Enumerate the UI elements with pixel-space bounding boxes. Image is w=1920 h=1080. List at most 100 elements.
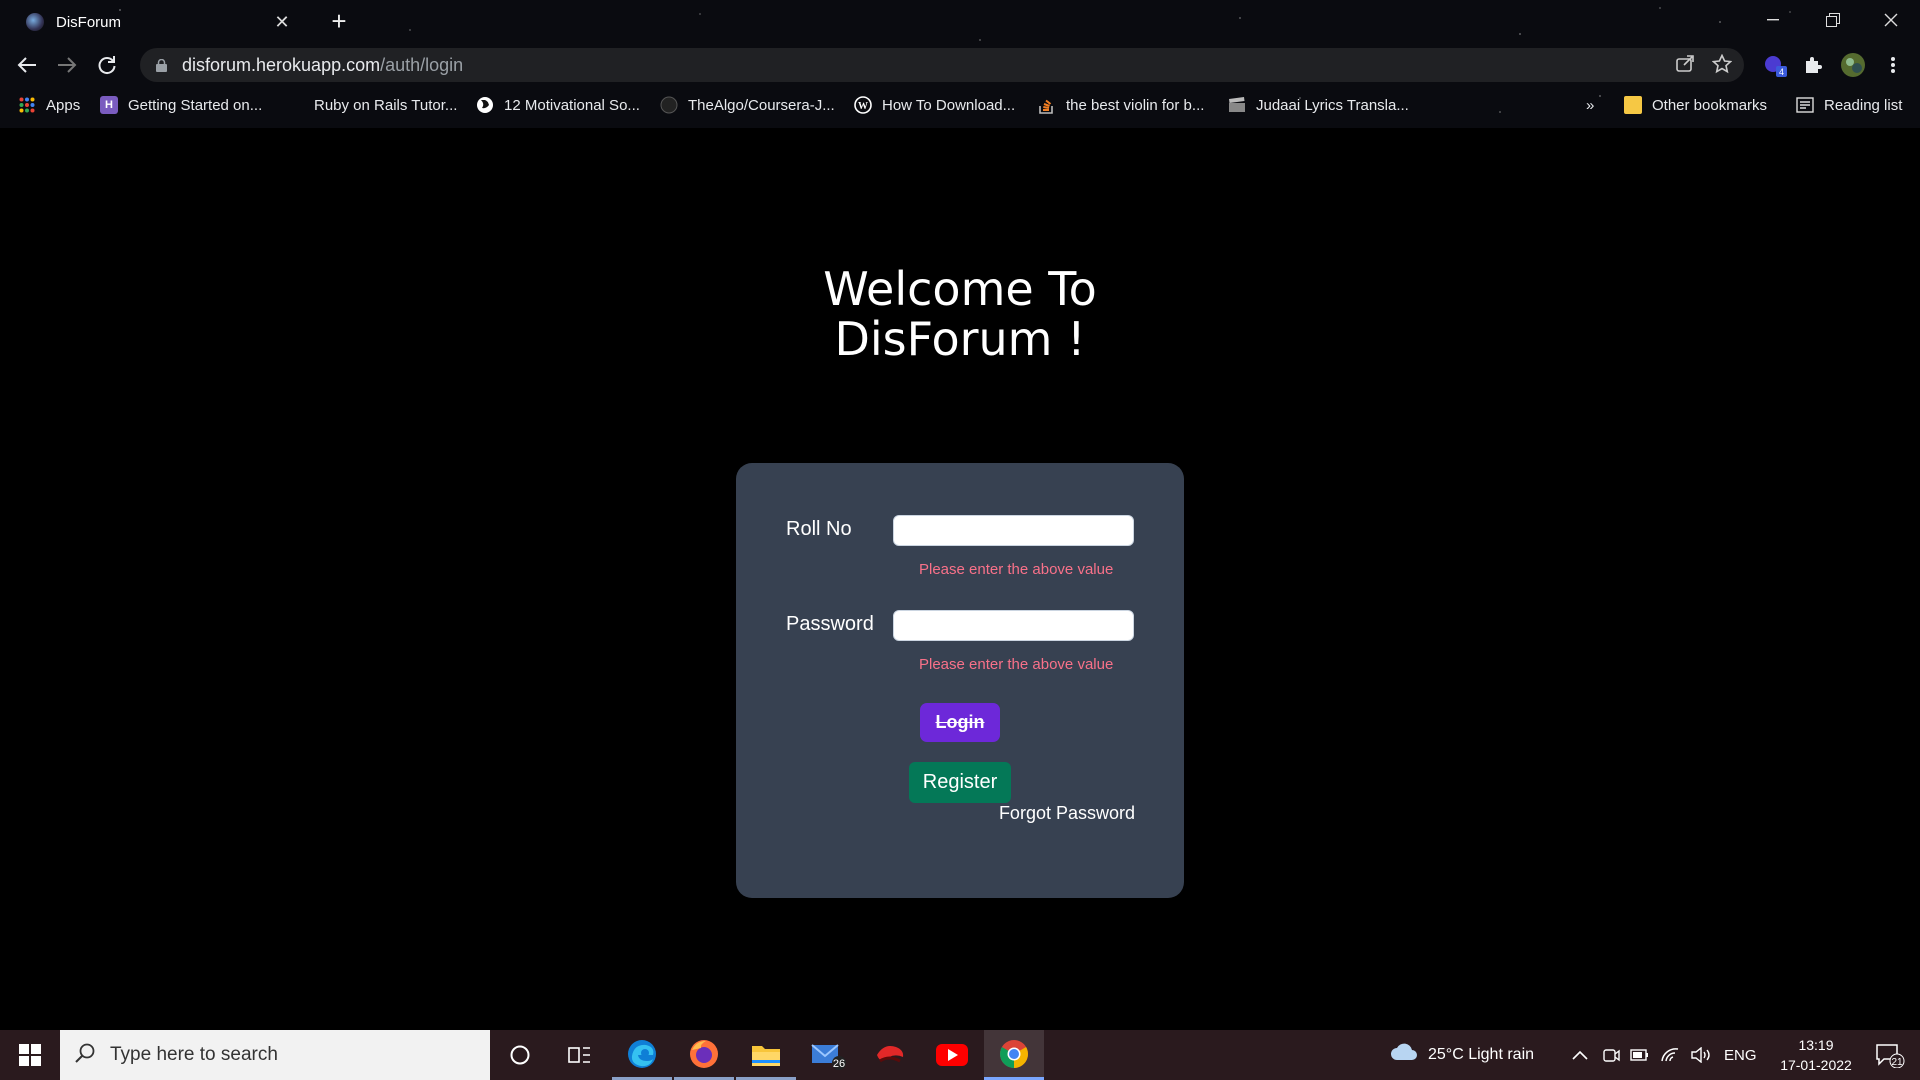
youtube-icon[interactable] [922,1030,982,1080]
language-indicator[interactable]: ENG [1724,1030,1757,1080]
reading-list-icon [1796,96,1814,114]
bookmark-label: Getting Started on... [128,96,263,114]
battery-icon[interactable] [1630,1030,1650,1080]
login-card: Roll No Please enter the above value Pas… [736,463,1184,898]
bookmark-rails-tutorial[interactable]: Ruby on Rails Tutor... [286,90,457,120]
windows-start-icon[interactable] [0,1030,60,1080]
firefox-icon[interactable] [674,1030,734,1080]
reload-icon[interactable] [90,46,124,84]
restore-icon[interactable] [1810,4,1856,36]
welcome-line-2: DisForum ! [834,312,1086,366]
bookmark-label: Apps [46,96,81,114]
game-app-icon[interactable] [860,1030,920,1080]
wifi-icon[interactable] [1660,1030,1680,1080]
url-text[interactable]: disforum.herokuapp.com/auth/login [182,55,463,76]
chrome-icon[interactable] [984,1030,1044,1080]
share-icon[interactable] [1676,54,1694,78]
cortana-icon[interactable] [490,1030,550,1080]
meet-now-icon[interactable] [1602,1030,1620,1080]
other-bookmarks-label: Other bookmarks [1652,96,1768,114]
mail-icon[interactable]: 26 [798,1030,858,1080]
password-input[interactable] [893,610,1134,641]
bookmark-getting-started[interactable]: H Getting Started on... [100,90,262,120]
bookmark-judaai[interactable]: Judaai Lyrics Transla... [1228,90,1409,120]
url-path: /auth/login [380,54,464,75]
other-bookmarks[interactable]: Other bookmarks [1624,90,1767,120]
notification-count: 21 [1891,1057,1903,1068]
roll-no-error: Please enter the above value [919,561,1114,578]
clock-time: 13:19 [1798,1037,1834,1053]
register-button[interactable]: Register [909,762,1011,803]
page-title: Welcome To DisForum ! [0,264,1920,364]
password-label: Password [786,613,874,635]
back-icon[interactable] [10,46,44,84]
cloud-rain-icon [1390,1042,1418,1069]
search-placeholder: Type here to search [110,1044,278,1065]
bookmark-star-icon[interactable] [1711,53,1733,80]
clock-date: 17-01-2022 [1780,1057,1852,1073]
bookmark-label: the best violin for b... [1066,96,1205,114]
bookmark-label: TheAlgo/Coursera-J... [688,96,835,114]
extension-badge-count: 4 [1779,67,1784,77]
new-tab-button[interactable]: + [326,6,352,37]
minimize-icon[interactable] [1750,4,1796,36]
bookmark-apps[interactable]: Apps [18,90,80,120]
search-icon [74,1042,96,1069]
heroku-icon: H [100,96,118,114]
forward-icon[interactable] [50,46,84,84]
extension-badge-icon[interactable]: 4 [1762,52,1788,78]
bookmark-how-to-download[interactable]: W How To Download... [854,90,1015,120]
weather-text: 25°C Light rain [1428,1046,1535,1063]
bookmark-label: 12 Motivational So... [504,96,640,114]
navigation-bar: disforum.herokuapp.com/auth/login 4 [0,46,1920,84]
url-host: disforum.herokuapp.com [182,54,381,75]
reading-list[interactable]: Reading list [1796,90,1902,120]
bookmark-violin[interactable]: the best violin for b... [1038,90,1204,120]
github-icon [660,96,678,114]
roll-no-label: Roll No [786,518,852,540]
extensions-puzzle-icon[interactable] [1800,52,1826,78]
task-view-icon[interactable] [550,1030,610,1080]
svg-text:W: W [858,101,868,112]
login-button[interactable]: Login [920,703,1000,742]
clapper-icon [1228,96,1246,114]
taskbar-search-box[interactable]: Type here to search [60,1030,490,1080]
bookmark-label: Ruby on Rails Tutor... [314,96,458,114]
volume-icon[interactable] [1690,1030,1712,1080]
mail-badge-count: 26 [833,1058,845,1070]
globe-icon [476,96,494,114]
profile-avatar-icon[interactable] [1840,52,1866,78]
file-explorer-icon[interactable] [736,1030,796,1080]
address-bar[interactable]: disforum.herokuapp.com/auth/login [140,48,1744,82]
reading-list-label: Reading list [1824,96,1903,114]
rails-icon [286,96,304,114]
bookmark-label: How To Download... [882,96,1016,114]
welcome-line-1: Welcome To [823,262,1097,316]
bookmark-motivational[interactable]: 12 Motivational So... [476,90,640,120]
wordpress-icon: W [854,96,872,114]
stackoverflow-icon [1038,96,1056,114]
bookmark-label: Judaai Lyrics Transla... [1256,96,1409,114]
roll-no-input[interactable] [893,515,1134,546]
browser-tab[interactable]: DisForum ✕ [14,4,304,40]
notifications-icon[interactable]: 21 [1870,1030,1910,1080]
disforum-favicon-icon [26,13,44,31]
windows-taskbar: Type here to search 26 25°C Light rain E… [0,1030,1920,1080]
forgot-password-link[interactable]: Forgot Password [999,803,1135,824]
apps-grid-icon [18,96,36,114]
password-error: Please enter the above value [919,656,1114,673]
page-content: Welcome To DisForum ! Roll No Please ent… [0,128,1920,1030]
tab-close-icon[interactable]: ✕ [272,12,292,33]
folder-icon [1624,96,1642,114]
browser-menu-icon[interactable] [1880,52,1906,78]
bookmarks-bar: Apps H Getting Started on... Ruby on Rai… [0,90,1920,120]
weather-widget[interactable]: 25°C Light rain [1390,1030,1534,1080]
edge-browser-icon[interactable] [612,1030,672,1080]
chevron-up-icon[interactable] [1572,1030,1588,1080]
window-close-icon[interactable] [1868,4,1914,36]
tab-title: DisForum [56,13,122,31]
clock[interactable]: 13:19 17-01-2022 [1766,1030,1866,1080]
bookmark-thealgo[interactable]: TheAlgo/Coursera-J... [660,90,835,120]
lock-icon[interactable] [154,58,168,72]
bookmarks-overflow[interactable]: » [1586,90,1594,120]
